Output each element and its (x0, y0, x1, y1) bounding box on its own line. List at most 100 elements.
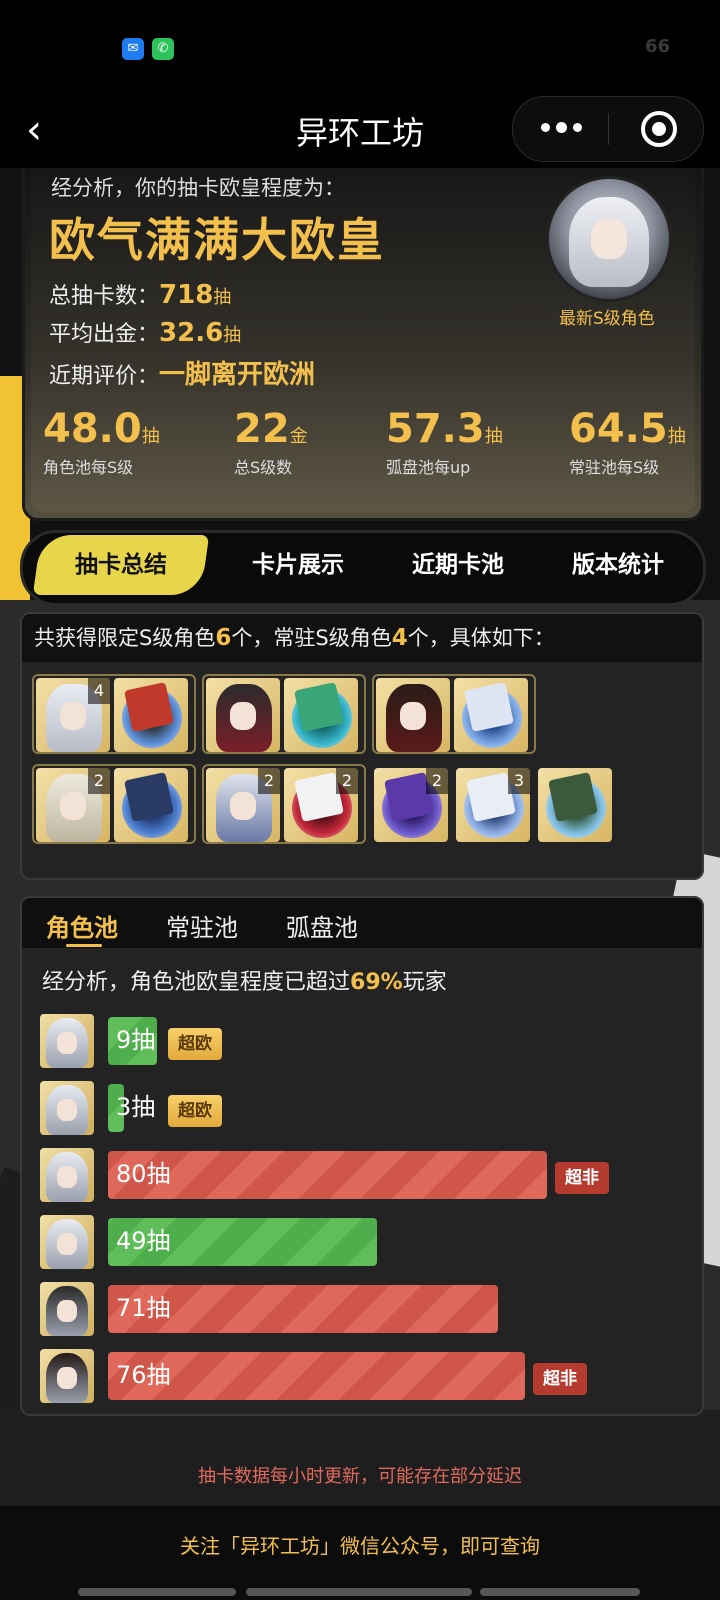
tab-character-pool[interactable]: 角色池 (46, 908, 118, 943)
character-portrait (376, 678, 450, 752)
status-bar: ✉ ✆ 66 (0, 0, 720, 96)
stat-label: 角色池每S级 (43, 458, 134, 477)
obtained-characters-card: 共获得限定S级角色6个，常驻S级角色4个，具体如下： 4 2 2 2 2 3 (20, 612, 704, 880)
disc-icon[interactable]: 2 (374, 768, 448, 842)
bottom-bar: 关注「异环工坊」微信公众号，即可查询 (0, 1506, 720, 1600)
stat-total-s: 22金 总S级数 (234, 406, 308, 478)
luck-level: 欧气满满大欧皇 (49, 213, 385, 267)
dupe-count: 2 (336, 768, 358, 794)
nav-bar: ‹ 异环工坊 (0, 96, 720, 168)
row-value: 一脚离开欧洲 (159, 360, 316, 390)
average-gold-row: 平均出金：32.6抽 (49, 316, 241, 348)
stat-disc-pool: 57.3抽 弧盘池每up (386, 406, 503, 478)
obtained-heading: 共获得限定S级角色6个，常驻S级角色4个，具体如下： (22, 614, 702, 662)
row-unit: 抽 (223, 325, 242, 346)
stat-label: 弧盘池每up (386, 458, 471, 477)
latest-s-character-label: 最新S级角色 (559, 309, 655, 329)
battery-level: 66 (644, 36, 670, 57)
dupe-count: 2 (426, 768, 448, 794)
percentile: 69% (350, 970, 403, 995)
disc-icon[interactable] (538, 768, 612, 842)
character-disc-pair[interactable]: 2 (32, 764, 196, 844)
row-label: 近期评价： (49, 364, 160, 389)
close-miniprogram-icon[interactable] (641, 111, 677, 147)
stat-number: 64.5 (569, 406, 668, 452)
tab-recent-pools[interactable]: 近期卡池 (383, 533, 533, 597)
disc-icon (114, 768, 188, 842)
row-value: 32.6 (159, 318, 224, 348)
pull-row: 76抽 超非 (40, 1349, 680, 1405)
tab-summary[interactable]: 抽卡总结 (32, 535, 210, 595)
summary-card: 经分析，你的抽卡欧皇程度为： 欧气满满大欧皇 总抽卡数：718抽 平均出金：32… (22, 168, 704, 521)
row-label: 平均出金： (49, 322, 160, 347)
stat-label: 总S级数 (234, 458, 293, 477)
luck-badge: 超欧 (168, 1028, 222, 1060)
home-indicator (78, 1588, 236, 1596)
stat-unit: 金 (289, 426, 308, 447)
character-avatar (40, 1215, 94, 1269)
stat-character-pool: 48.0抽 角色池每S级 (43, 406, 160, 478)
tab-version-stats[interactable]: 版本统计 (543, 533, 693, 597)
pool-tabs: 角色池 常驻池 弧盘池 (22, 898, 702, 948)
disc-icon (284, 678, 358, 752)
pull-row: 9抽 超欧 (40, 1014, 680, 1070)
dupe-count: 3 (508, 768, 530, 794)
stat-unit: 抽 (484, 426, 503, 447)
character-disc-pair[interactable] (202, 674, 366, 754)
pull-bar (108, 1352, 525, 1400)
miniprogram-capsule (512, 96, 704, 162)
update-note: 抽卡数据每小时更新，可能存在部分延迟 (198, 1466, 522, 1487)
recent-rating-row: 近期评价：一脚离开欧洲 (49, 354, 315, 391)
character-disc-pair[interactable] (372, 674, 536, 754)
more-menu-icon[interactable] (541, 122, 582, 133)
pull-row: 3抽 超欧 (40, 1081, 680, 1137)
pull-count-label: 49抽 (116, 1227, 171, 1255)
follow-hint[interactable]: 关注「异环工坊」微信公众号，即可查询 (0, 1530, 720, 1559)
home-indicator (480, 1588, 640, 1596)
stat-unit: 抽 (667, 426, 686, 447)
stat-label: 常驻池每S级 (569, 458, 660, 477)
character-disc-pair[interactable]: 4 (32, 674, 196, 754)
pull-count-label: 76抽 (116, 1361, 171, 1389)
luck-badge: 超欧 (168, 1095, 222, 1127)
character-disc-pair[interactable]: 2 2 (202, 764, 366, 844)
pull-bar (108, 1151, 547, 1199)
character-avatar (40, 1282, 94, 1336)
pull-count-label: 9抽 (116, 1026, 156, 1054)
pull-count-label: 3抽 (116, 1093, 156, 1121)
phone-icon: ✆ (152, 38, 174, 60)
disc-icon (114, 678, 188, 752)
pull-row: 49抽 (40, 1215, 680, 1271)
pool-analysis: 经分析，角色池欧皇程度已超过69%玩家 (42, 970, 447, 995)
character-avatar (40, 1081, 94, 1135)
notification-app-icon: ✉ (122, 38, 144, 60)
pull-count-label: 80抽 (116, 1160, 171, 1188)
capsule-divider (608, 113, 609, 145)
tab-standard-pool[interactable]: 常驻池 (166, 908, 238, 943)
character-avatar (40, 1148, 94, 1202)
pool-detail-card: 角色池 常驻池 弧盘池 经分析，角色池欧皇程度已超过69%玩家 9抽 超欧 3抽 超欧… (20, 896, 704, 1416)
limited-count: 6 (215, 625, 232, 651)
disc-icon: 2 (284, 768, 358, 842)
character-avatar (40, 1014, 94, 1068)
character-avatar (40, 1349, 94, 1403)
luck-badge: 超非 (555, 1162, 609, 1194)
tab-disc-pool[interactable]: 弧盘池 (286, 908, 358, 943)
dupe-count: 2 (258, 768, 280, 794)
dupe-count: 4 (88, 678, 110, 704)
latest-s-character-avatar[interactable] (546, 176, 672, 302)
disc-icon[interactable]: 3 (456, 768, 530, 842)
tab-card-display[interactable]: 卡片展示 (223, 533, 373, 597)
character-portrait: 4 (36, 678, 110, 752)
stat-number: 48.0 (43, 406, 142, 452)
row-unit: 抽 (213, 287, 232, 308)
dupe-count: 2 (88, 768, 110, 794)
character-portrait: 2 (206, 768, 280, 842)
standard-count: 4 (391, 625, 408, 651)
active-tab-indicator (66, 944, 102, 947)
main-tabs: 抽卡总结 卡片展示 近期卡池 版本统计 (20, 530, 706, 606)
stat-unit: 抽 (141, 426, 160, 447)
home-indicator (246, 1588, 472, 1596)
row-label: 总抽卡数： (49, 284, 160, 309)
stat-number: 57.3 (386, 406, 485, 452)
